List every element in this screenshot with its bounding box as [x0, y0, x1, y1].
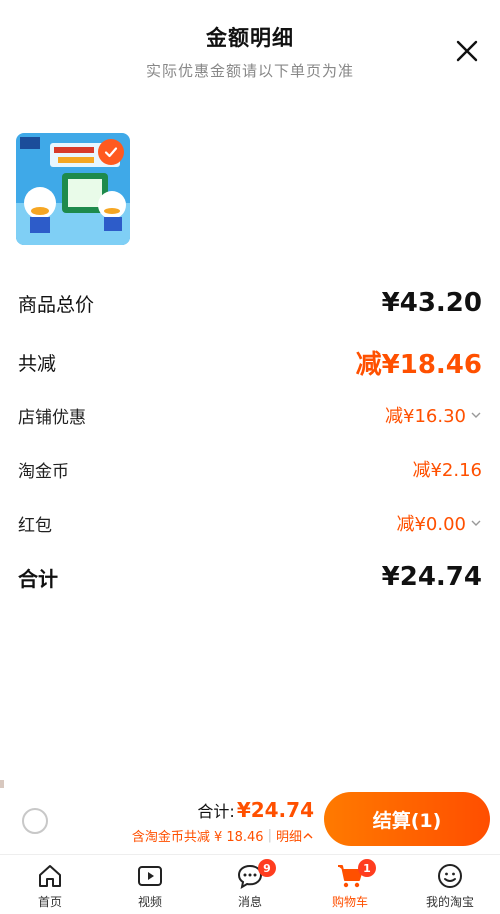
cart-badge: 1: [358, 859, 376, 877]
sum-value: ¥24.74: [381, 562, 482, 592]
message-badge: 9: [258, 859, 276, 877]
sheet-subtitle: 实际优惠金额请以下单页为准: [145, 62, 354, 80]
close-icon[interactable]: [454, 38, 480, 64]
checkout-bar: 合计: ¥24.74 含淘金币共减 ¥ 18.46 | 明细 结算(1): [0, 788, 500, 854]
row-taojinbi: 淘金币 减¥2.16: [18, 456, 482, 482]
tab-label-cart: 购物车: [331, 895, 368, 909]
tab-bar: 首页 视频 消息 9 购物车 1 我的淘宝: [0, 854, 500, 914]
tab-home[interactable]: 首页: [0, 855, 100, 914]
total-price-value: ¥43.20: [381, 288, 482, 318]
row-total-price: 商品总价 ¥43.20: [18, 288, 482, 318]
chevron-up-icon: [303, 832, 313, 838]
total-reduce-value: 减¥18.46: [355, 350, 482, 380]
video-icon: [138, 866, 162, 886]
row-sum: 合计 ¥24.74: [18, 562, 482, 592]
total-reduce-label: 共减: [18, 353, 57, 375]
amount-detail-sheet: 金额明细 实际优惠金额请以下单页为准 商品总价 ¥43.20 共减 减¥18.4…: [0, 0, 500, 780]
checkout-button[interactable]: 结算(1): [324, 792, 490, 846]
taojinbi-label: 淘金币: [18, 461, 69, 482]
detail-label: 明细: [275, 830, 302, 845]
tab-label-home: 首页: [37, 895, 62, 909]
taojinbi-value: 减¥2.16: [412, 460, 482, 481]
bottom-total-amount: ¥24.74: [236, 798, 314, 822]
tab-label-profile: 我的淘宝: [425, 895, 474, 909]
sheet-title: 金额明细: [206, 26, 294, 50]
row-store-discount[interactable]: 店铺优惠 减¥16.30: [18, 402, 482, 428]
row-red-packet[interactable]: 红包 减¥0.00: [18, 510, 482, 536]
bottom-total: 合计: ¥24.74: [197, 798, 314, 822]
selected-check-icon: [98, 139, 124, 165]
profile-icon: [438, 864, 462, 888]
store-discount-value: 减¥16.30: [385, 406, 466, 427]
tab-video[interactable]: 视频: [100, 855, 200, 914]
home-icon: [39, 865, 61, 887]
chevron-down-icon: [471, 412, 481, 418]
tab-profile[interactable]: 我的淘宝: [400, 855, 500, 914]
select-all-checkbox[interactable]: [22, 808, 48, 834]
chevron-down-icon: [471, 520, 481, 526]
red-packet-label: 红包: [18, 515, 52, 536]
detail-toggle[interactable]: 明细: [276, 826, 314, 845]
tab-label-message: 消息: [237, 895, 262, 909]
tab-cart[interactable]: 购物车 1: [300, 855, 400, 914]
discount-text: 含淘金币共减 ¥ 18.46: [131, 830, 264, 845]
sheet-header: 金额明细 实际优惠金额请以下单页为准: [0, 22, 500, 81]
total-price-label: 商品总价: [18, 293, 95, 316]
store-discount-label: 店铺优惠: [18, 407, 86, 428]
discount-summary: 含淘金币共减 ¥ 18.46 | 明细: [132, 826, 314, 845]
row-total-reduce: 共减 减¥18.46: [18, 344, 482, 381]
red-packet-value: 减¥0.00: [396, 514, 466, 535]
sum-label: 合计: [18, 566, 58, 591]
bottom-total-label: 合计:: [197, 802, 235, 821]
tab-message[interactable]: 消息 9: [200, 855, 300, 914]
tab-label-video: 视频: [137, 895, 162, 909]
product-thumbnail[interactable]: [16, 133, 130, 245]
